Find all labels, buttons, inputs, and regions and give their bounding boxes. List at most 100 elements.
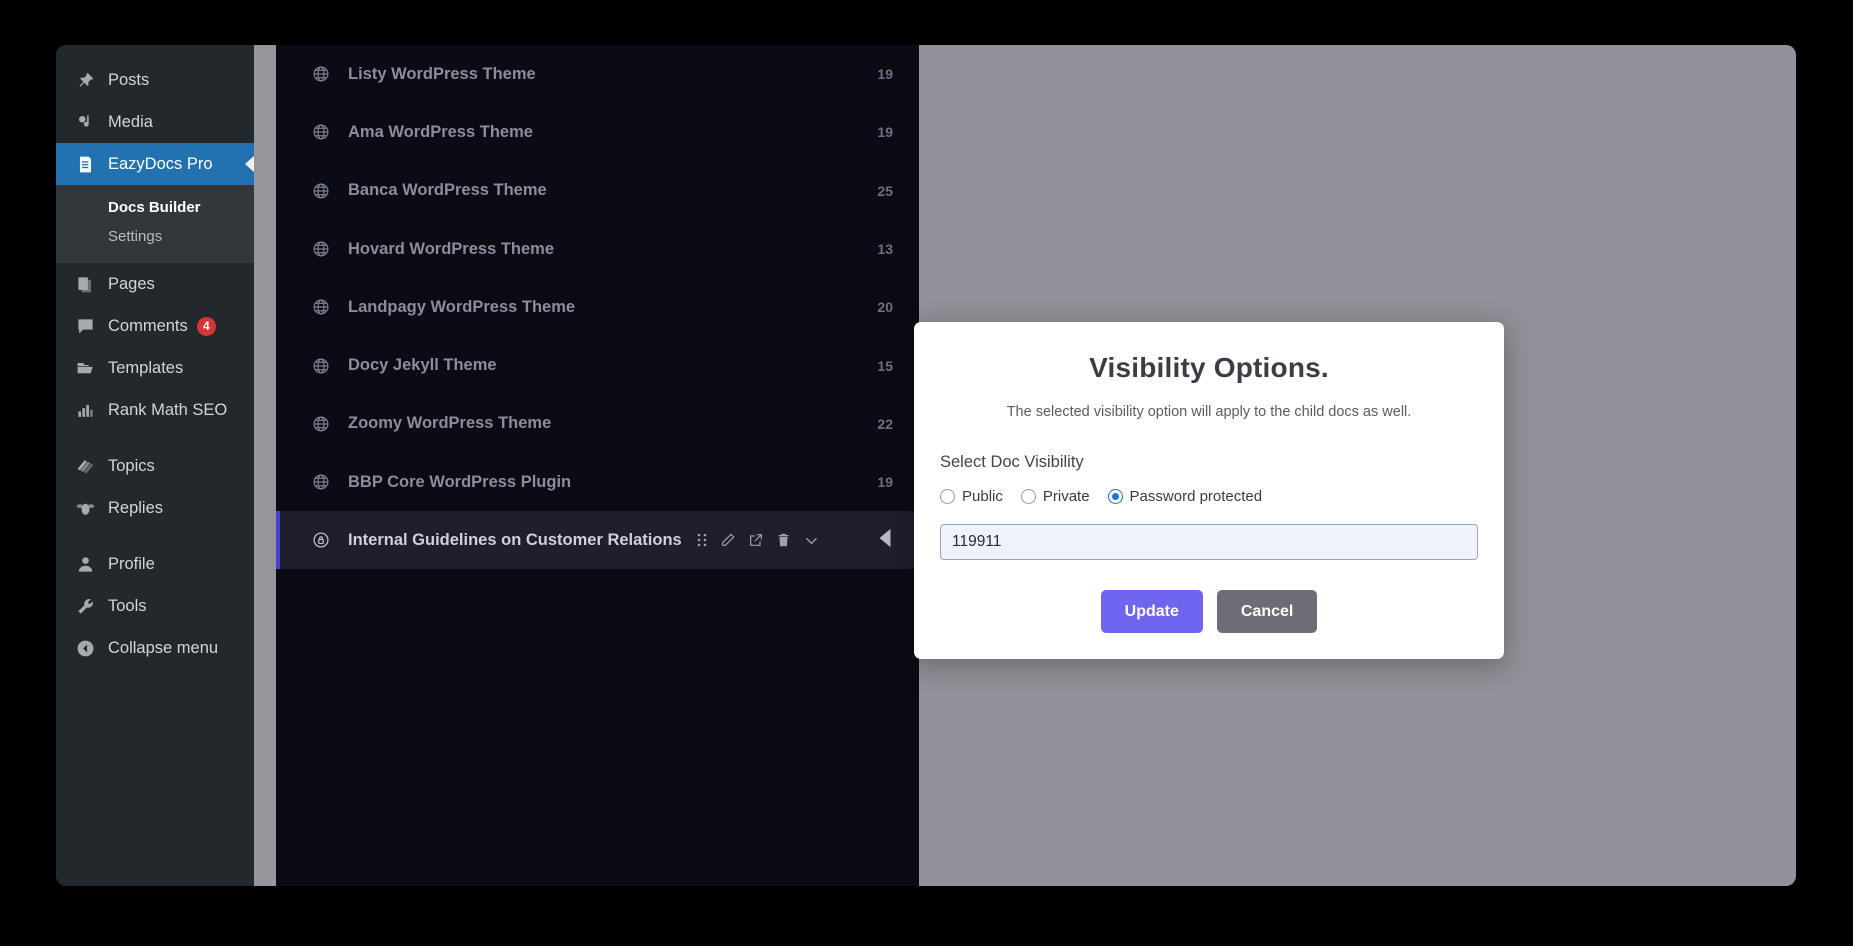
radio-public[interactable]: Public [940, 488, 1003, 505]
submenu-item-label: Settings [108, 228, 162, 245]
folder-icon [76, 359, 102, 378]
sidebar-item-topics[interactable]: Topics [56, 445, 254, 487]
radio-password-protected[interactable]: Password protected [1108, 488, 1263, 505]
pages-icon [76, 275, 102, 294]
globe-icon [312, 182, 338, 200]
submenu-item-settings[interactable]: Settings [56, 222, 254, 251]
doc-count: 20 [877, 299, 893, 315]
sidebar-item-label: EazyDocs Pro [108, 155, 213, 174]
sidebar-item-label: Pages [108, 275, 155, 294]
globe-icon [312, 123, 338, 141]
doc-list-item[interactable]: Banca WordPress Theme 25 [276, 162, 919, 220]
collapse-panel-chevron-icon[interactable] [877, 527, 893, 554]
sidebar-item-label: Collapse menu [108, 639, 218, 658]
media-icon [76, 113, 102, 132]
sidebar-item-label: Replies [108, 499, 163, 518]
doc-title: BBP Core WordPress Plugin [348, 473, 571, 492]
doc-title: Landpagy WordPress Theme [348, 298, 575, 317]
docs-list: Listy WordPress Theme 19 Ama WordPress T… [254, 45, 919, 569]
edit-pencil-icon[interactable] [720, 532, 736, 548]
doc-count: 19 [877, 474, 893, 490]
doc-list-item[interactable]: Hovard WordPress Theme 13 [276, 220, 919, 278]
sidebar-item-replies[interactable]: Replies [56, 487, 254, 529]
sidebar-item-media[interactable]: Media [56, 101, 254, 143]
doc-title: Hovard WordPress Theme [348, 240, 554, 259]
trash-icon[interactable] [776, 532, 791, 548]
doc-count: 13 [877, 241, 893, 257]
doc-count: 19 [877, 124, 893, 140]
docs-icon [76, 155, 102, 174]
radio-label: Password protected [1130, 488, 1263, 505]
globe-icon [312, 298, 338, 316]
sidebar-item-templates[interactable]: Templates [56, 347, 254, 389]
visibility-options-modal: Visibility Options. The selected visibil… [914, 322, 1504, 659]
doc-list-item[interactable]: Docy Jekyll Theme 15 [276, 336, 919, 394]
modal-title: Visibility Options. [940, 352, 1478, 384]
docs-list-panel: Listy WordPress Theme 19 Ama WordPress T… [254, 45, 919, 886]
sidebar-item-rank-math-seo[interactable]: Rank Math SEO [56, 389, 254, 431]
radio-private[interactable]: Private [1021, 488, 1090, 505]
sidebar-item-label: Comments [108, 317, 188, 336]
sidebar-item-label: Profile [108, 555, 155, 574]
collapse-icon [76, 639, 102, 658]
sidebar-item-label: Rank Math SEO [108, 401, 227, 420]
sidebar-item-label: Tools [108, 597, 147, 616]
radio-label: Public [962, 488, 1003, 505]
comments-count-badge: 4 [197, 317, 216, 336]
lock-icon [312, 531, 338, 549]
doc-count: 15 [877, 358, 893, 374]
sidebar-item-profile[interactable]: Profile [56, 543, 254, 585]
seo-chart-icon [76, 401, 102, 420]
cancel-button[interactable]: Cancel [1217, 590, 1317, 633]
sidebar-item-collapse-menu[interactable]: Collapse menu [56, 627, 254, 669]
comment-icon [76, 317, 102, 336]
doc-count: 25 [877, 183, 893, 199]
app-window: Posts Media EazyDocs Pro Docs Builder Se… [56, 45, 1796, 886]
sidebar-item-comments[interactable]: Comments 4 [56, 305, 254, 347]
doc-title: Ama WordPress Theme [348, 123, 533, 142]
doc-list-item[interactable]: Landpagy WordPress Theme 20 [276, 278, 919, 336]
doc-list-item[interactable]: BBP Core WordPress Plugin 19 [276, 453, 919, 511]
sidebar-item-pages[interactable]: Pages [56, 263, 254, 305]
sidebar-item-posts[interactable]: Posts [56, 59, 254, 101]
sidebar-item-label: Templates [108, 359, 183, 378]
visibility-field-label: Select Doc Visibility [940, 453, 1478, 472]
eazydocs-submenu: Docs Builder Settings [56, 185, 254, 263]
password-input[interactable] [940, 524, 1478, 560]
sidebar-item-label: Topics [108, 457, 155, 476]
sidebar-divider-2 [56, 529, 254, 543]
sidebar-divider-1 [56, 431, 254, 445]
open-external-icon[interactable] [748, 532, 764, 548]
submenu-item-docs-builder[interactable]: Docs Builder [56, 193, 254, 222]
topics-icon [76, 457, 102, 476]
doc-title: Listy WordPress Theme [348, 65, 536, 84]
sidebar-item-label: Media [108, 113, 153, 132]
sidebar-item-tools[interactable]: Tools [56, 585, 254, 627]
docs-panel-scrollbar[interactable] [254, 45, 276, 886]
doc-list-item[interactable]: Ama WordPress Theme 19 [276, 103, 919, 161]
radio-dot-icon [1021, 489, 1036, 504]
globe-icon [312, 357, 338, 375]
visibility-radio-group: Public Private Password protected [940, 488, 1478, 505]
replies-icon [76, 499, 102, 518]
doc-title: Banca WordPress Theme [348, 181, 547, 200]
drag-handle-icon[interactable] [696, 532, 708, 548]
radio-dot-icon [1108, 489, 1123, 504]
user-icon [76, 555, 102, 574]
wp-admin-sidebar: Posts Media EazyDocs Pro Docs Builder Se… [56, 45, 254, 886]
modal-button-row: Update Cancel [940, 590, 1478, 633]
doc-list-item-selected[interactable]: Internal Guidelines on Customer Relation… [276, 511, 919, 569]
doc-list-item[interactable]: Zoomy WordPress Theme 22 [276, 395, 919, 453]
sidebar-item-eazydocs-pro[interactable]: EazyDocs Pro [56, 143, 254, 185]
chevron-down-icon[interactable] [803, 532, 820, 549]
sidebar-item-label: Posts [108, 71, 149, 90]
globe-icon [312, 65, 338, 83]
globe-icon [312, 473, 338, 491]
globe-icon [312, 240, 338, 258]
doc-count: 22 [877, 416, 893, 432]
doc-title: Docy Jekyll Theme [348, 356, 497, 375]
doc-list-item[interactable]: Listy WordPress Theme 19 [276, 45, 919, 103]
radio-label: Private [1043, 488, 1090, 505]
update-button[interactable]: Update [1101, 590, 1203, 633]
wrench-icon [76, 597, 102, 616]
